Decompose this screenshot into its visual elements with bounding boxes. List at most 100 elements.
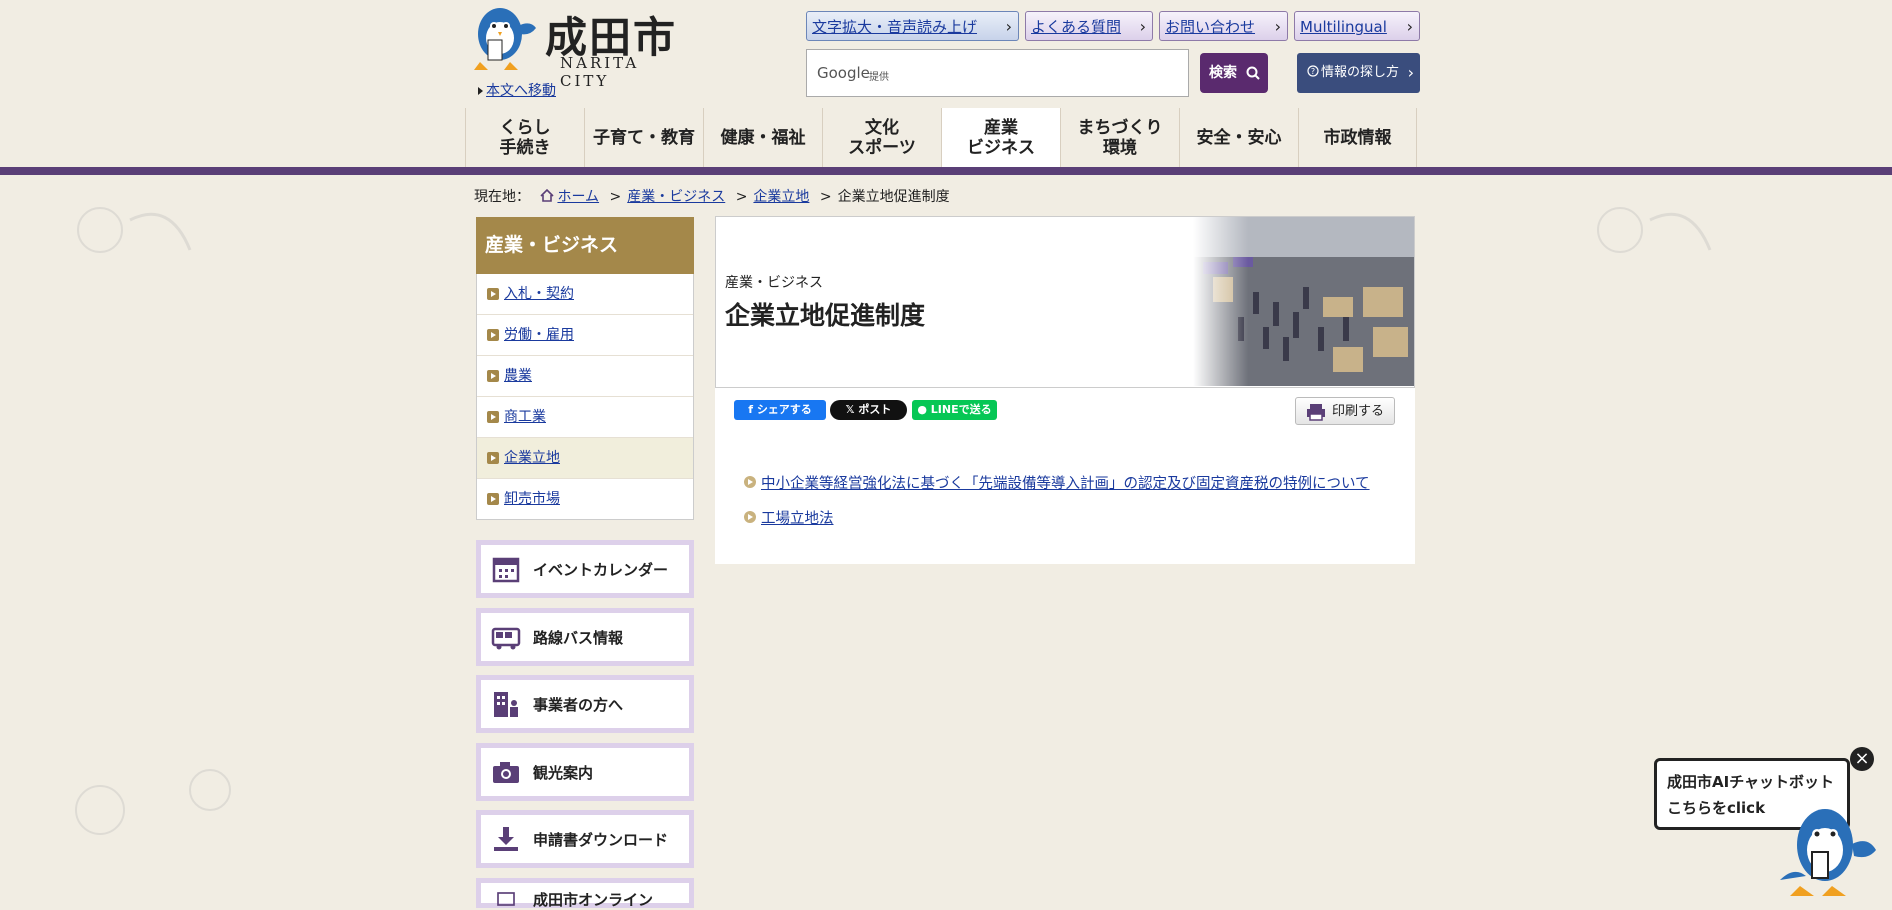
multilingual-button[interactable]: Multilingual ›	[1294, 11, 1420, 41]
google-label: Google	[817, 64, 870, 82]
breadcrumb-business[interactable]: 産業・ビジネス	[627, 189, 725, 205]
nav-item-life[interactable]: くらし 手続き	[465, 108, 584, 167]
mascot-logo-icon	[474, 8, 536, 70]
chatbot-mascot-icon[interactable]	[1770, 800, 1882, 900]
search-button[interactable]: 検索	[1200, 53, 1268, 93]
line-icon: ●	[917, 403, 931, 416]
chevron-right-icon: ›	[1005, 17, 1012, 36]
nav-divider-band	[0, 167, 1892, 175]
content-link[interactable]: 工場立地法	[761, 511, 834, 527]
banner-label: 事業者の方へ	[533, 695, 624, 714]
tourism-banner[interactable]: 観光案内	[476, 743, 694, 801]
download-icon	[494, 827, 518, 851]
chevron-right-icon: ›	[1407, 63, 1414, 82]
contact-link[interactable]: お問い合わせ	[1165, 18, 1255, 36]
close-icon[interactable]: ×	[1850, 747, 1874, 771]
home-icon	[540, 188, 555, 202]
triangle-icon	[478, 87, 483, 95]
sidebar-item-label[interactable]: 入札・契約	[504, 286, 574, 302]
print-label: 印刷する	[1332, 404, 1385, 419]
faq-link[interactable]: よくある質問	[1031, 18, 1121, 36]
chevron-right-icon: ›	[1274, 17, 1281, 36]
nav-item-safety[interactable]: 安全・安心	[1179, 108, 1298, 167]
background-flower-decoration	[77, 207, 192, 253]
online-banner[interactable]: 成田市オンライン	[476, 878, 694, 909]
how-to-find-label: 情報の探し方	[1321, 65, 1400, 80]
banner-label: 成田市オンライン	[533, 891, 654, 909]
line-share-label: LINEで送る	[930, 403, 992, 416]
arrow-square-icon	[487, 452, 499, 464]
sidebar-item-commerce[interactable]: 商工業	[477, 396, 693, 437]
banner-label: 観光案内	[533, 763, 594, 782]
multilingual-link[interactable]: Multilingual	[1300, 18, 1387, 36]
nav-item-health[interactable]: 健康・福祉	[703, 108, 822, 167]
market-photo	[1193, 217, 1414, 386]
search-input[interactable]: Google 提供	[806, 49, 1189, 97]
text-size-speech-link[interactable]: 文字拡大・音声読み上げ	[812, 18, 977, 36]
sidebar-item-label[interactable]: 労働・雇用	[504, 327, 574, 343]
facebook-share-button[interactable]: f シェアする	[734, 400, 826, 420]
x-post-label: ポスト	[858, 403, 892, 416]
nav-item-business[interactable]: 産業 ビジネス	[941, 108, 1060, 167]
nav-item-childcare[interactable]: 子育て・教育	[584, 108, 703, 167]
business-banner[interactable]: 事業者の方へ	[476, 675, 694, 733]
sidebar-item-location[interactable]: 企業立地	[477, 437, 693, 478]
search-button-label: 検索	[1209, 65, 1237, 81]
camera-icon	[493, 762, 519, 783]
nav-item-culture[interactable]: 文化 スポーツ	[822, 108, 941, 167]
sidebar: 産業・ビジネス 入札・契約 労働・雇用 農業 商工業 企業立地 卸売市場	[476, 217, 694, 520]
sidebar-item-agriculture[interactable]: 農業	[477, 355, 693, 396]
bus-icon	[491, 627, 521, 650]
how-to-find-button[interactable]: ? 情報の探し方 ›	[1297, 53, 1420, 93]
arrow-square-icon	[487, 370, 499, 382]
x-post-button[interactable]: 𝕏 ポスト	[830, 400, 907, 420]
google-provided-label: 提供	[869, 72, 889, 83]
page-category: 産業・ビジネス	[725, 275, 823, 291]
skip-to-content-link[interactable]: 本文へ移動	[486, 83, 556, 99]
arrow-square-icon	[487, 493, 499, 505]
sidebar-item-label[interactable]: 企業立地	[504, 450, 560, 466]
event-calendar-banner[interactable]: イベントカレンダー	[476, 540, 694, 598]
background-flower-decoration	[1597, 207, 1712, 253]
sidebar-item-bidding[interactable]: 入札・契約	[477, 274, 693, 314]
background-flower-decoration	[75, 769, 231, 835]
form-download-banner[interactable]: 申請書ダウンロード	[476, 810, 694, 868]
chevron-right-icon: ›	[1406, 17, 1413, 36]
help-circle-icon: ?	[1307, 65, 1319, 77]
breadcrumb-label: 現在地：	[474, 189, 530, 205]
global-nav: くらし 手続き 子育て・教育 健康・福祉 文化 スポーツ 産業 ビジネス まちづ…	[465, 108, 1417, 167]
arrow-square-icon	[487, 288, 499, 300]
breadcrumb-separator: >	[609, 189, 622, 205]
content-link[interactable]: 中小企業等経営強化法に基づく「先端設備等導入計画」の認定及び固定資産税の特例につ…	[761, 476, 1370, 492]
sidebar-item-market[interactable]: 卸売市場	[477, 478, 693, 519]
banner-label: イベントカレンダー	[533, 560, 669, 579]
sidebar-item-label[interactable]: 農業	[504, 368, 532, 384]
site-logo[interactable]: 成田市 NARITA CITY	[470, 4, 680, 90]
line-share-button[interactable]: ● LINEで送る	[912, 400, 997, 420]
building-person-icon	[494, 692, 518, 717]
text-size-speech-button[interactable]: 文字拡大・音声読み上げ ›	[806, 11, 1019, 41]
sidebar-menu: 入札・契約 労働・雇用 農業 商工業 企業立地 卸売市場	[476, 274, 694, 520]
print-button[interactable]: 印刷する	[1295, 397, 1395, 425]
nav-item-city-info[interactable]: 市政情報	[1298, 108, 1417, 167]
contact-button[interactable]: お問い合わせ ›	[1159, 11, 1288, 41]
sidebar-item-labor[interactable]: 労働・雇用	[477, 314, 693, 355]
logo-subtitle: NARITA CITY	[560, 54, 640, 90]
bus-info-banner[interactable]: 路線バス情報	[476, 608, 694, 666]
sidebar-item-label[interactable]: 商工業	[504, 409, 546, 425]
breadcrumb-home[interactable]: ホーム	[557, 189, 599, 205]
list-item: 工場立地法	[744, 507, 834, 528]
nav-item-town[interactable]: まちづくり 環境	[1060, 108, 1179, 167]
arrow-square-icon	[487, 411, 499, 423]
breadcrumb-current: 企業立地促進制度	[837, 189, 950, 205]
breadcrumb-location[interactable]: 企業立地	[753, 189, 809, 205]
arrow-circle-icon	[744, 511, 756, 523]
sidebar-item-label[interactable]: 卸売市場	[504, 491, 560, 507]
list-item: 中小企業等経営強化法に基づく「先端設備等導入計画」の認定及び固定資産税の特例につ…	[744, 472, 1370, 493]
breadcrumb: 現在地： ホーム > 産業・ビジネス > 企業立地 > 企業立地促進制度	[474, 186, 956, 206]
chatbot-line1: 成田市AIチャットボット	[1667, 773, 1835, 791]
monitor-icon	[497, 892, 515, 906]
skip-to-content: 本文へ移動	[478, 80, 556, 100]
faq-button[interactable]: よくある質問 ›	[1025, 11, 1153, 41]
banner-label: 申請書ダウンロード	[533, 830, 669, 849]
